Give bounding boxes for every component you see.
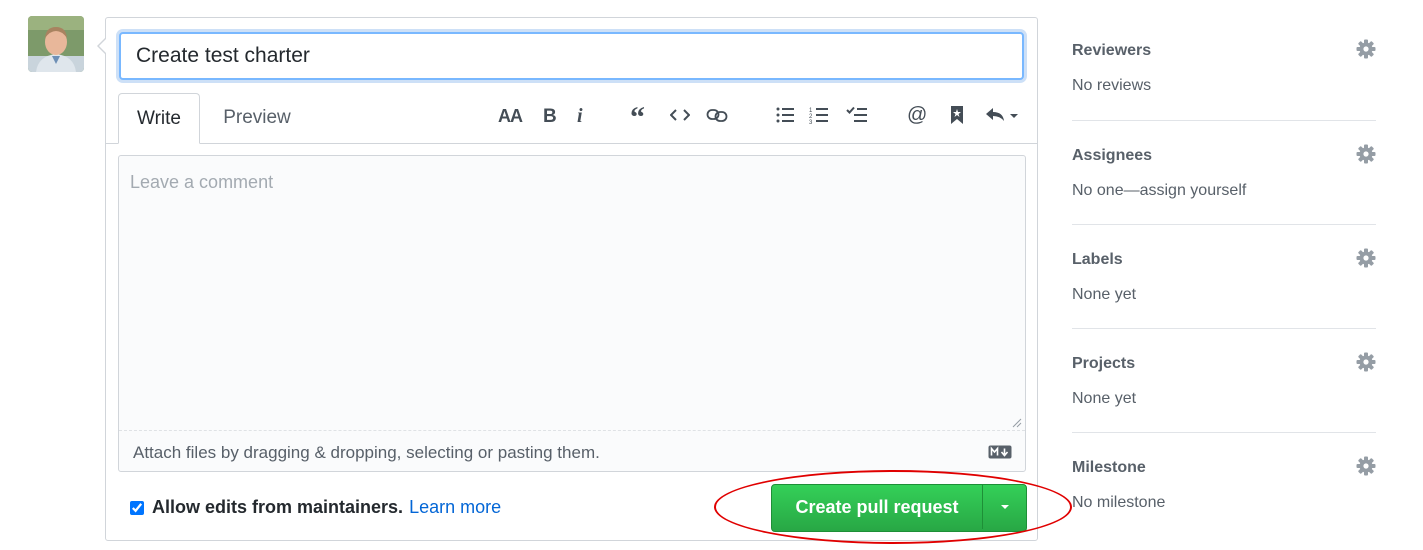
bulleted-list-icon[interactable]	[771, 100, 799, 130]
allow-edits-label: Allow edits from maintainers.	[152, 497, 404, 517]
create-pull-request-button[interactable]: Create pull request	[772, 485, 982, 529]
reply-icon[interactable]	[982, 100, 1022, 130]
sidebar-divider	[1072, 224, 1376, 225]
comment-textarea[interactable]	[119, 156, 1025, 430]
avatar[interactable]	[28, 16, 84, 72]
code-icon[interactable]	[666, 100, 694, 130]
caret-down-icon	[1000, 505, 1009, 509]
create-pull-request-button-group: Create pull request	[771, 484, 1027, 532]
svg-text:@: @	[907, 104, 927, 126]
svg-text:B: B	[543, 106, 557, 125]
gear-icon[interactable]	[1356, 248, 1376, 268]
svg-text:i: i	[577, 105, 583, 125]
text-size-icon[interactable]: AA	[497, 100, 525, 130]
bold-icon[interactable]: B	[535, 100, 563, 130]
sidebar-divider	[1072, 120, 1376, 121]
title-input[interactable]	[119, 32, 1024, 80]
sidebar-divider	[1072, 328, 1376, 329]
milestone-heading: Milestone	[1072, 459, 1146, 476]
reviewers-heading: Reviewers	[1072, 42, 1152, 59]
markdown-icon[interactable]	[988, 445, 1012, 459]
allow-edits-option[interactable]: Allow edits from maintainers. Learn more	[130, 497, 501, 518]
sidebar-labels: Labels None yet	[1072, 248, 1376, 304]
svg-text:A: A	[510, 106, 523, 125]
svg-text:3: 3	[809, 120, 813, 124]
link-icon[interactable]	[703, 100, 731, 130]
sidebar-divider	[1072, 432, 1376, 433]
reviewers-value: No reviews	[1072, 77, 1152, 94]
learn-more-link[interactable]: Learn more	[409, 497, 501, 518]
sidebar-milestone: Milestone No milestone	[1072, 456, 1376, 512]
gear-icon[interactable]	[1356, 456, 1376, 476]
tab-write[interactable]: Write	[118, 93, 200, 144]
italic-icon[interactable]: i	[567, 100, 595, 130]
resize-handle-icon[interactable]	[1012, 418, 1022, 428]
tab-preview[interactable]: Preview	[210, 93, 304, 144]
file-attach-bar[interactable]: Attach files by dragging & dropping, sel…	[119, 430, 1025, 471]
sidebar-projects: Projects None yet	[1072, 352, 1376, 408]
bookmark-icon[interactable]	[943, 100, 971, 130]
comment-editor: Attach files by dragging & dropping, sel…	[118, 155, 1026, 472]
task-list-icon[interactable]	[843, 100, 871, 130]
svg-text:“: “	[630, 105, 645, 125]
projects-value: None yet	[1072, 390, 1137, 407]
milestone-value: No milestone	[1072, 494, 1166, 511]
quote-icon[interactable]: “	[627, 100, 655, 130]
sidebar-reviewers: Reviewers No reviews	[1072, 39, 1376, 95]
create-options-dropdown-button[interactable]	[982, 485, 1026, 529]
projects-heading: Projects	[1072, 355, 1136, 372]
labels-heading: Labels	[1072, 251, 1123, 268]
mention-icon[interactable]: @	[903, 100, 931, 130]
gear-icon[interactable]	[1356, 352, 1376, 372]
attach-files-text: Attach files by dragging & dropping, sel…	[133, 443, 600, 462]
allow-edits-checkbox[interactable]	[130, 500, 144, 515]
labels-value: None yet	[1072, 286, 1137, 303]
assignees-value[interactable]: No one—assign yourself	[1072, 182, 1376, 200]
assignees-heading: Assignees	[1072, 147, 1153, 164]
avatar-image	[28, 16, 84, 72]
numbered-list-icon[interactable]: 123	[805, 100, 833, 130]
gear-icon[interactable]	[1356, 39, 1376, 59]
sidebar-assignees: Assignees No one—assign yourself	[1072, 144, 1376, 200]
gear-icon[interactable]	[1356, 144, 1376, 164]
